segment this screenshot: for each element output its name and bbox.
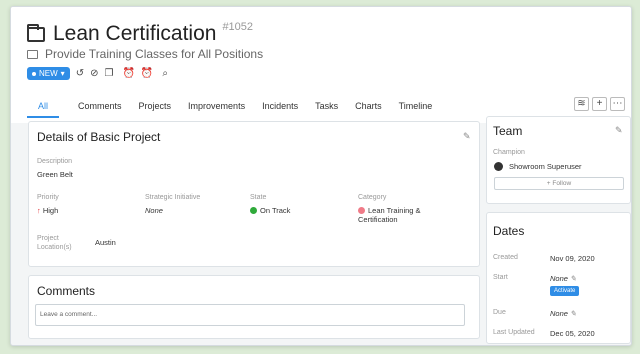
page-title: Lean Certification [53, 22, 217, 45]
alarm-off-icon[interactable]: ⏰ [141, 68, 153, 80]
tab-incidents[interactable]: Incidents [262, 101, 298, 118]
priority-value: ↑ High [37, 206, 58, 215]
activate-button[interactable]: Activate [550, 286, 580, 296]
tab-comments[interactable]: Comments [78, 101, 122, 118]
due-value: None ✎ [550, 309, 576, 318]
priority-text: High [42, 206, 59, 215]
record-toolbar: NEW ▾ ↺ ⊘ ❐ ⏰ ⏰ ⌕ [27, 67, 168, 80]
folder-icon [27, 49, 38, 59]
tab-tasks[interactable]: Tasks [315, 101, 338, 118]
details-title: Details of Basic Project [37, 130, 161, 144]
tab-bar: All Comments Projects Improvements Incid… [27, 101, 449, 118]
comments-title: Comments [37, 284, 96, 298]
description-value: Green Belt [37, 170, 73, 179]
state-value: On Track [250, 206, 290, 215]
priority-label: Priority [37, 194, 59, 201]
details-card: Details of Basic Project ✎ Description G… [28, 121, 480, 267]
updated-label: Last Updated [493, 329, 535, 336]
due-text: None [550, 309, 568, 318]
plus-icon[interactable]: + [592, 97, 607, 111]
status-dot-icon [250, 207, 257, 214]
follow-button[interactable]: + Follow [494, 177, 624, 190]
zoom-icon[interactable]: ⌕ [162, 68, 168, 80]
status-dropdown[interactable]: NEW ▾ [27, 67, 70, 80]
tab-all[interactable]: All [27, 101, 60, 118]
created-label: Created [493, 254, 518, 261]
location-label: Project Location(s) [37, 235, 72, 251]
state-label: State [250, 194, 267, 201]
strategic-value: None [145, 206, 163, 215]
header-actions: ≋ + ⋯ [574, 97, 625, 111]
strategic-label: Strategic Initiative [145, 194, 201, 201]
start-value: None ✎ [550, 274, 576, 283]
edit-pencil-icon[interactable]: ✎ [463, 131, 471, 142]
comments-card: Comments Leave a comment... [28, 275, 480, 339]
category-dot-icon [358, 207, 365, 214]
team-card: Team ✎ Champion Showroom Superuser + Fol… [486, 116, 631, 204]
description-label: Description [37, 158, 73, 165]
parent-link[interactable]: Provide Training Classes for All Positio… [45, 47, 263, 61]
tab-projects[interactable]: Projects [139, 101, 172, 118]
status-dot-icon [32, 71, 36, 76]
arrow-up-icon: ↑ [37, 206, 41, 215]
chart-icon[interactable]: ≋ [574, 97, 589, 111]
location-value: Austin [95, 238, 116, 247]
status-label: NEW [39, 69, 58, 78]
folder-icon [27, 24, 45, 42]
dates-card: Dates Created Nov 09, 2020 Start None ✎ … [486, 212, 631, 344]
champion-name[interactable]: Showroom Superuser [509, 162, 582, 171]
bookmark-icon[interactable]: ❐ [104, 68, 113, 80]
edit-pencil-icon[interactable]: ✎ [570, 309, 576, 318]
tab-charts[interactable]: Charts [355, 101, 382, 118]
category-value: Lean Training & Certification [358, 206, 438, 224]
user-avatar-icon [494, 162, 503, 171]
more-icon[interactable]: ⋯ [610, 97, 625, 111]
start-label: Start [493, 274, 508, 281]
follow-label: Follow [552, 180, 572, 187]
comment-input[interactable]: Leave a comment... [35, 304, 465, 326]
alarm-icon[interactable]: ⏰ [122, 68, 134, 80]
champion-label: Champion [493, 149, 525, 156]
chevron-down-icon: ▾ [60, 69, 65, 78]
due-label: Due [493, 309, 506, 316]
app-window: Lean Certification #1052 Provide Trainin… [10, 6, 632, 346]
category-text: Lean Training & Certification [358, 206, 421, 224]
check-circle-icon[interactable]: ⊘ [90, 68, 98, 80]
page-header: Lean Certification #1052 Provide Trainin… [11, 7, 631, 123]
state-text: On Track [260, 206, 291, 215]
edit-pencil-icon[interactable]: ✎ [615, 125, 623, 136]
start-text: None [550, 274, 568, 283]
record-id: #1052 [222, 21, 254, 33]
title-row: Lean Certification #1052 [27, 21, 253, 46]
dates-title: Dates [493, 224, 525, 238]
tab-improvements[interactable]: Improvements [188, 101, 245, 118]
team-title: Team [493, 124, 523, 138]
tab-timeline[interactable]: Timeline [399, 101, 433, 118]
category-label: Category [358, 194, 387, 201]
parent-breadcrumb[interactable]: Provide Training Classes for All Positio… [27, 47, 263, 61]
like-icon[interactable]: ↺ [76, 68, 84, 80]
edit-pencil-icon[interactable]: ✎ [570, 274, 576, 283]
updated-value: Dec 05, 2020 [550, 329, 595, 338]
created-value: Nov 09, 2020 [550, 254, 595, 263]
